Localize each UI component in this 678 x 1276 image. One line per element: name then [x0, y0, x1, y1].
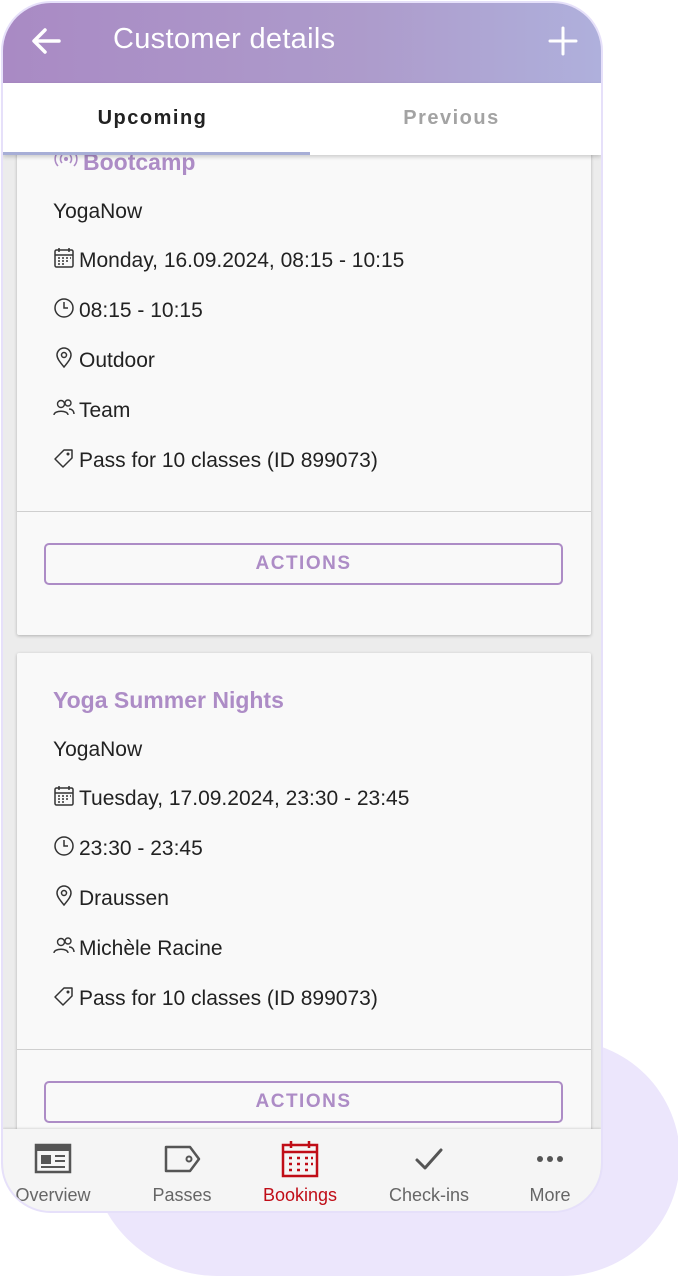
clock-icon	[54, 836, 74, 856]
calendar-icon	[54, 786, 74, 806]
tab-bar: Upcoming Previous	[3, 83, 601, 155]
booking-time: 23:30 - 23:45	[79, 837, 203, 860]
back-button[interactable]	[27, 21, 67, 61]
booking-location-row: Outdoor	[53, 346, 155, 376]
booking-location-row: Draussen	[53, 884, 169, 914]
more-dots-icon	[537, 1156, 563, 1162]
tag-icon	[54, 449, 73, 468]
active-tab-indicator	[3, 152, 310, 155]
booking-organizer: YogaNow	[53, 738, 143, 761]
tag-icon	[54, 987, 73, 1006]
actions-button[interactable]: ACTIONS	[44, 1081, 563, 1123]
calendar-icon	[54, 248, 74, 268]
card-divider	[17, 1049, 591, 1050]
people-icon	[53, 937, 75, 954]
location-pin-icon	[56, 347, 72, 369]
nav-label: Passes	[152, 1185, 212, 1205]
booking-location: Outdoor	[79, 349, 155, 372]
bottom-navigation: Overview Passes Bookings Check-ins More	[3, 1129, 601, 1211]
booking-time: 08:15 - 10:15	[79, 299, 203, 322]
booking-title[interactable]: Bootcamp	[83, 155, 195, 176]
nav-label: Bookings	[262, 1185, 338, 1205]
booking-instructor-row: Michèle Racine	[53, 934, 223, 964]
arrow-left-icon	[32, 28, 61, 54]
actions-button[interactable]: ACTIONS	[44, 543, 563, 585]
booking-title[interactable]: Yoga Summer Nights	[53, 687, 284, 714]
tab-previous[interactable]: Previous	[302, 83, 601, 155]
booking-time-row: 23:30 - 23:45	[53, 834, 203, 864]
booking-time-row: 08:15 - 10:15	[53, 296, 203, 326]
booking-pass: Pass for 10 classes (ID 899073)	[79, 449, 378, 472]
booking-pass-row: Pass for 10 classes (ID 899073)	[53, 984, 378, 1014]
people-icon	[53, 399, 75, 416]
calendar-icon	[281, 1141, 319, 1178]
nav-check-ins[interactable]: Check-ins	[369, 1139, 489, 1211]
booking-instructor: Michèle Racine	[79, 937, 223, 960]
live-broadcast-icon	[54, 155, 78, 167]
clock-icon	[54, 298, 74, 318]
page-title: Customer details	[113, 23, 336, 55]
tab-upcoming[interactable]: Upcoming	[3, 83, 302, 155]
nav-label: More	[529, 1185, 571, 1205]
tag-icon	[164, 1145, 201, 1173]
nav-passes[interactable]: Passes	[122, 1139, 242, 1211]
booking-instructor-row: Team	[53, 396, 130, 426]
newspaper-icon	[34, 1143, 72, 1174]
nav-bookings[interactable]: Bookings	[240, 1139, 360, 1211]
booking-date: Monday, 16.09.2024, 08:15 - 10:15	[79, 249, 405, 272]
checkmark-icon	[415, 1148, 443, 1170]
booking-organizer: YogaNow	[53, 200, 143, 223]
nav-label: Check-ins	[388, 1185, 470, 1205]
nav-more[interactable]: More	[490, 1139, 601, 1211]
add-button[interactable]	[543, 21, 583, 61]
app-bar: Customer details	[3, 3, 601, 83]
booking-date-row: Monday, 16.09.2024, 08:15 - 10:15	[53, 246, 404, 276]
booking-card: Yoga Summer Nights YogaNow Tuesday, 17.0…	[17, 653, 591, 1129]
phone-frame: Customer details Upcoming Previous Bootc…	[1, 1, 603, 1213]
booking-date: Tuesday, 17.09.2024, 23:30 - 23:45	[79, 787, 410, 810]
nav-overview[interactable]: Overview	[3, 1139, 113, 1211]
booking-pass-row: Pass for 10 classes (ID 899073)	[53, 446, 378, 476]
nav-label: Overview	[15, 1185, 91, 1205]
location-pin-icon	[56, 885, 72, 907]
booking-card: Bootcamp YogaNow Monday, 16.09.2024, 08:…	[17, 155, 591, 635]
booking-pass: Pass for 10 classes (ID 899073)	[79, 987, 378, 1010]
card-divider	[17, 511, 591, 512]
plus-icon	[548, 26, 578, 56]
booking-date-row: Tuesday, 17.09.2024, 23:30 - 23:45	[53, 784, 409, 814]
booking-location: Draussen	[79, 887, 169, 910]
booking-instructor: Team	[79, 399, 131, 422]
bookings-list[interactable]: Bootcamp YogaNow Monday, 16.09.2024, 08:…	[3, 155, 601, 1129]
